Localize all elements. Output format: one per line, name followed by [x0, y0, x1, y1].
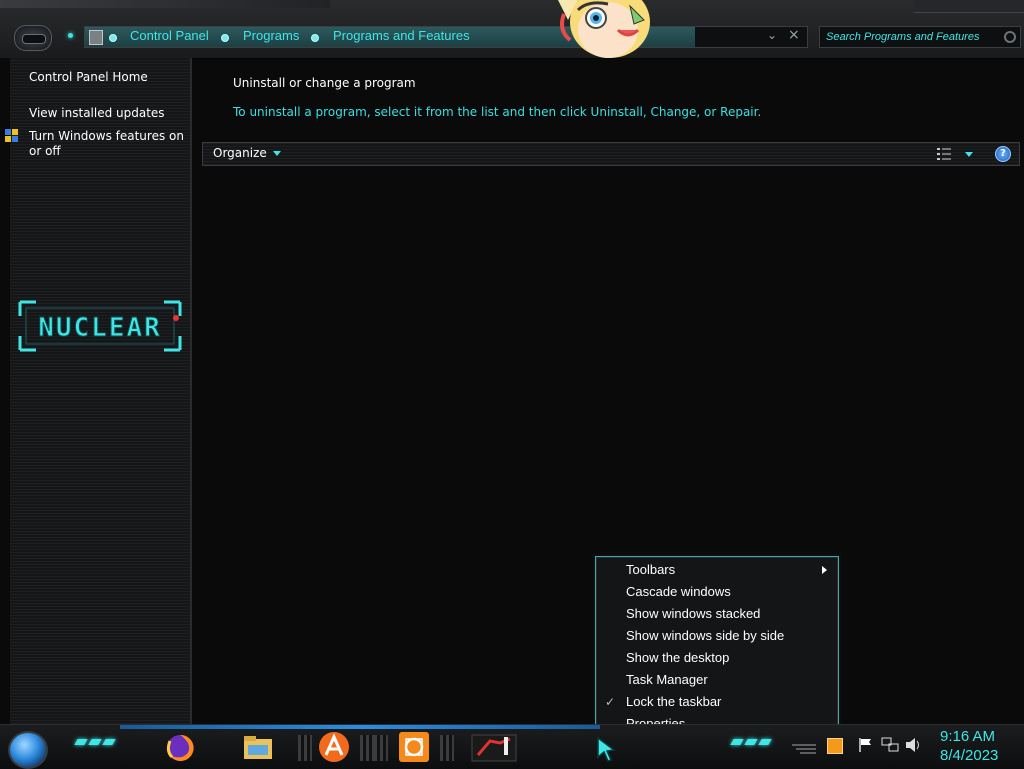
- breadcrumb-programs[interactable]: Programs: [243, 28, 299, 43]
- avast-icon[interactable]: [316, 729, 352, 765]
- view-options-icon[interactable]: [937, 148, 951, 160]
- title-bar-decoration: [0, 0, 330, 8]
- back-arrow-icon: [22, 34, 46, 44]
- organize-button[interactable]: Organize: [213, 146, 281, 160]
- taskbar-context-menu: Toolbars Cascade windows Show windows st…: [595, 556, 839, 736]
- start-button[interactable]: [8, 731, 48, 769]
- windows-features-link[interactable]: Turn Windows features on or off: [29, 129, 189, 159]
- clock-date[interactable]: 8/4/2023: [940, 747, 998, 764]
- breadcrumb-programs-and-features[interactable]: Programs and Features: [333, 28, 470, 43]
- taskbar-separator: [440, 735, 454, 761]
- show-desktop-icon[interactable]: [792, 743, 816, 755]
- page-description: To uninstall a program, select it from t…: [233, 105, 762, 119]
- menu-item-show-desktop[interactable]: Show the desktop: [596, 647, 836, 669]
- taskbar[interactable]: 9:16 AM 8/4/2023: [0, 724, 1024, 769]
- mouse-cursor-icon: [597, 736, 616, 762]
- svg-text:NUCLEAR: NUCLEAR: [38, 313, 162, 343]
- notification-app-icon[interactable]: [827, 738, 843, 754]
- taskbar-separator: [298, 735, 312, 761]
- command-bar: Organize ?: [202, 142, 1020, 166]
- shield-icon: [5, 129, 20, 144]
- breadcrumb-control-panel[interactable]: Control Panel: [130, 28, 209, 43]
- chevron-down-icon[interactable]: ⌄: [767, 28, 777, 42]
- menu-item-show-side-by-side[interactable]: Show windows side by side: [596, 625, 836, 647]
- address-bar-area: Control Panel Programs Programs and Feat…: [0, 0, 1024, 59]
- view-installed-updates-link[interactable]: View installed updates: [29, 106, 165, 121]
- view-dropdown-icon[interactable]: [965, 152, 973, 157]
- control-panel-icon: [89, 30, 103, 45]
- forward-button[interactable]: [68, 33, 73, 38]
- search-input[interactable]: [820, 27, 1006, 47]
- address-bar[interactable]: Control Panel Programs Programs and Feat…: [84, 26, 808, 48]
- clock-time[interactable]: 9:16 AM: [940, 728, 995, 745]
- submenu-arrow-icon: [822, 566, 827, 574]
- help-icon[interactable]: ?: [995, 146, 1011, 162]
- nuclear-logo: NUCLEAR: [18, 300, 182, 352]
- back-button[interactable]: [14, 25, 52, 51]
- network-icon[interactable]: [881, 737, 899, 753]
- file-explorer-icon[interactable]: [240, 729, 276, 765]
- task-pane: Control Panel Home View installed update…: [5, 58, 192, 724]
- checkmark-icon: ✓: [605, 695, 616, 709]
- breadcrumb-separator-icon[interactable]: [109, 34, 117, 42]
- menu-item-cascade-windows[interactable]: Cascade windows: [596, 581, 836, 603]
- mascot-image: [558, 0, 650, 58]
- breadcrumb-separator-icon[interactable]: [221, 34, 229, 42]
- menu-item-show-windows-stacked[interactable]: Show windows stacked: [596, 603, 836, 625]
- search-icon[interactable]: [1004, 31, 1016, 43]
- control-panel-home-link[interactable]: Control Panel Home: [29, 70, 148, 85]
- firefox-icon[interactable]: [162, 729, 198, 765]
- menu-item-toolbars[interactable]: Toolbars: [596, 559, 836, 581]
- taskbar-decoration-left: [74, 739, 116, 751]
- volume-icon[interactable]: [905, 737, 923, 753]
- menu-item-task-manager[interactable]: Task Manager: [596, 669, 836, 691]
- action-center-flag-icon[interactable]: [858, 737, 874, 753]
- organize-label: Organize: [213, 146, 267, 160]
- taskbar-separator: [360, 735, 374, 761]
- menu-item-lock-taskbar[interactable]: ✓ Lock the taskbar: [596, 691, 836, 713]
- settings-app-icon[interactable]: [396, 729, 432, 765]
- taskbar-separator: [374, 735, 388, 761]
- taskbar-decoration-right: [730, 739, 772, 751]
- window-left-border: [0, 58, 10, 724]
- chevron-down-icon: [272, 150, 281, 156]
- search-box[interactable]: [819, 26, 1021, 48]
- game-app-icon[interactable]: [470, 729, 518, 765]
- page-title: Uninstall or change a program: [233, 76, 416, 90]
- breadcrumb-separator-icon[interactable]: [311, 34, 319, 42]
- title-bar-decoration-right: [914, 0, 1024, 13]
- close-icon[interactable]: ×: [788, 27, 800, 43]
